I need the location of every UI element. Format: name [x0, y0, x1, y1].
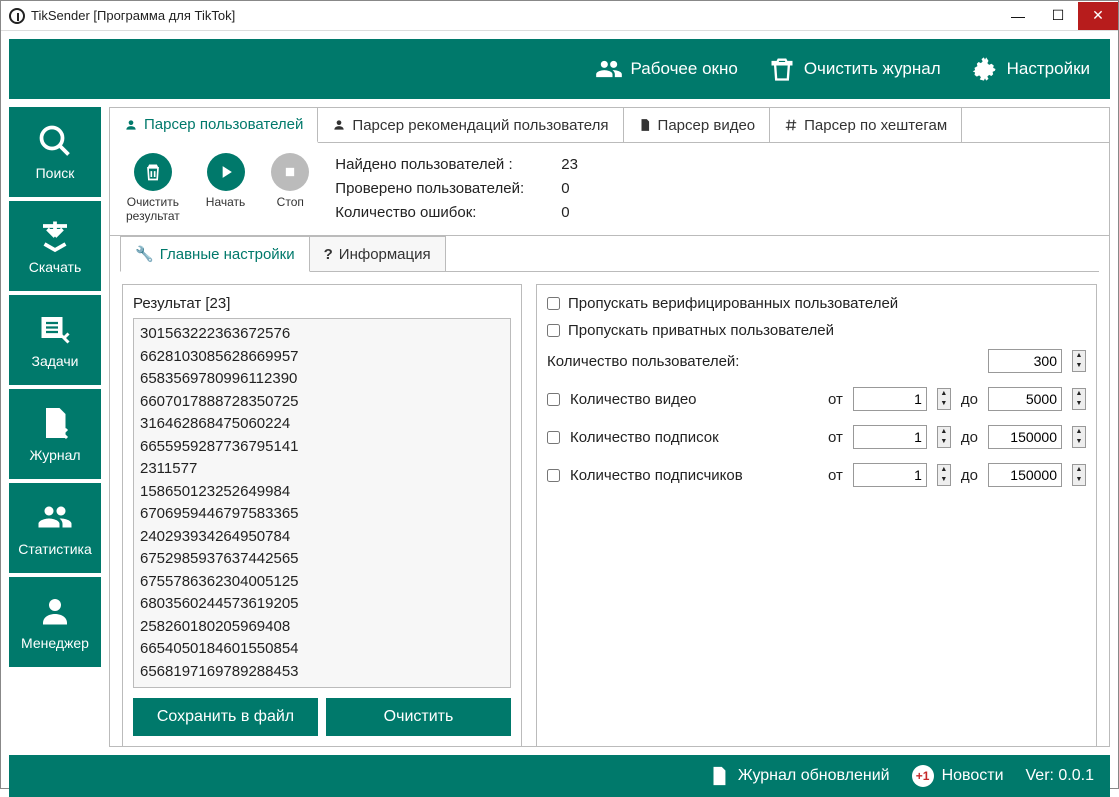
minimize-button[interactable]: —	[998, 2, 1038, 30]
file-icon	[638, 118, 652, 132]
workspace-button[interactable]: Рабочее окно	[595, 55, 738, 83]
skip-verified-check[interactable]: Пропускать верифицированных пользователе…	[547, 295, 1086, 312]
changelog-button[interactable]: Журнал обновлений	[708, 765, 890, 787]
result-item[interactable]: 240293934264950784	[140, 526, 504, 549]
stop-icon	[280, 162, 300, 182]
window-controls: — ☐ ✕	[998, 2, 1118, 30]
followers-to-input[interactable]	[988, 463, 1062, 487]
clear-result-button[interactable]: Очистить результат	[126, 153, 180, 223]
result-panel: Результат [23] 3015632223636725766628103…	[122, 284, 522, 747]
manager-icon	[37, 593, 73, 629]
question-icon: ?	[324, 246, 333, 263]
result-item[interactable]: 6654050184601550854	[140, 638, 504, 661]
hash-icon	[784, 118, 798, 132]
result-item[interactable]: 316462868475060224	[140, 413, 504, 436]
news-button[interactable]: +1 Новости	[912, 765, 1004, 787]
version-label: Ver: 0.0.1	[1026, 767, 1095, 785]
result-item[interactable]: 2311577	[140, 458, 504, 481]
people-icon	[595, 55, 623, 83]
sidebar-tasks[interactable]: Задачи	[9, 295, 101, 385]
tab-parser-users[interactable]: Парсер пользователей	[110, 108, 318, 143]
sidebar-download[interactable]: Скачать	[9, 201, 101, 291]
followers-from-input[interactable]	[853, 463, 927, 487]
result-item[interactable]: 6755786362304005125	[140, 571, 504, 594]
tasks-icon	[37, 311, 73, 347]
sidebar-journal[interactable]: Журнал	[9, 389, 101, 479]
settings-button[interactable]: Настройки	[971, 55, 1090, 83]
result-list[interactable]: 3015632223636725766628103085628669957658…	[133, 318, 511, 688]
result-item[interactable]: 301563222363672576	[140, 323, 504, 346]
trash-icon	[143, 162, 163, 182]
tab-parser-video[interactable]: Парсер видео	[624, 108, 771, 142]
result-label: Результат [23]	[133, 295, 511, 312]
subs-to-input[interactable]	[988, 425, 1062, 449]
sidebar: Поиск Скачать Задачи Журнал Статистика М…	[9, 107, 101, 747]
skip-private-check[interactable]: Пропускать приватных пользователей	[547, 322, 1086, 339]
sidebar-search[interactable]: Поиск	[9, 107, 101, 197]
result-item[interactable]: 6568197169789288453	[140, 661, 504, 684]
gear-icon	[971, 55, 999, 83]
video-to-input[interactable]	[988, 387, 1062, 411]
clear-log-button[interactable]: Очистить журнал	[768, 55, 941, 83]
top-toolbar: Рабочее окно Очистить журнал Настройки	[9, 39, 1110, 99]
subs-count-check[interactable]	[547, 431, 560, 444]
result-item[interactable]: 158650123252649984	[140, 481, 504, 504]
result-item[interactable]: 6583569780996112390	[140, 368, 504, 391]
video-count-check[interactable]	[547, 393, 560, 406]
start-button[interactable]: Начать	[206, 153, 246, 209]
person-icon	[124, 118, 138, 132]
trash-icon	[768, 55, 796, 83]
subs-from-input[interactable]	[853, 425, 927, 449]
clear-button[interactable]: Очистить	[326, 698, 511, 736]
action-row: Очистить результат Начать Стоп Найдено п…	[110, 143, 1109, 236]
result-item[interactable]: 6607017888728350725	[140, 391, 504, 414]
tab-parser-hashtags[interactable]: Парсер по хештегам	[770, 108, 962, 142]
subtab-info[interactable]: ? Информация	[309, 236, 446, 271]
result-item[interactable]: 6655959287736795141	[140, 436, 504, 459]
user-count-input[interactable]	[988, 349, 1062, 373]
video-from-input[interactable]	[853, 387, 927, 411]
play-icon	[216, 162, 236, 182]
tab-parser-recs[interactable]: Парсер рекомендаций пользователя	[318, 108, 623, 142]
result-item[interactable]: 258260180205969408	[140, 616, 504, 639]
stats-icon	[37, 499, 73, 535]
titlebar: TikSender [Программа для TikTok] — ☐ ✕	[1, 1, 1118, 31]
stop-button[interactable]: Стоп	[271, 153, 309, 209]
result-item[interactable]: 6706959446797583365	[140, 503, 504, 526]
search-icon	[37, 123, 73, 159]
download-icon	[37, 217, 73, 253]
spinner[interactable]: ▲▼	[1072, 350, 1086, 372]
result-item[interactable]: 6628103085628669957	[140, 346, 504, 369]
footer: Журнал обновлений +1 Новости Ver: 0.0.1	[9, 755, 1110, 797]
filters-panel: Пропускать верифицированных пользователе…	[536, 284, 1097, 747]
result-item[interactable]: 6752985937637442565	[140, 548, 504, 571]
journal-icon	[37, 405, 73, 441]
followers-count-check[interactable]	[547, 469, 560, 482]
parser-stats: Найдено пользователей :23 Проверено поль…	[335, 153, 578, 225]
news-badge: +1	[912, 765, 934, 787]
subtab-main-settings[interactable]: 🔧 Главные настройки	[120, 236, 310, 272]
sidebar-manager[interactable]: Менеджер	[9, 577, 101, 667]
window-title: TikSender [Программа для TikTok]	[31, 8, 235, 23]
close-button[interactable]: ✕	[1078, 2, 1118, 30]
wrench-icon: 🔧	[135, 245, 154, 263]
settings-pane: Результат [23] 3015632223636725766628103…	[110, 272, 1109, 759]
sidebar-stats[interactable]: Статистика	[9, 483, 101, 573]
maximize-button[interactable]: ☐	[1038, 2, 1078, 30]
main-tabs: Парсер пользователей Парсер рекомендаций…	[110, 108, 1109, 143]
content: Парсер пользователей Парсер рекомендаций…	[109, 107, 1110, 747]
result-item[interactable]: 6803560244573619205	[140, 593, 504, 616]
sub-tabs: 🔧 Главные настройки ? Информация	[120, 236, 1099, 272]
file-icon	[708, 765, 730, 787]
app-icon	[9, 8, 25, 24]
person-icon	[332, 118, 346, 132]
save-to-file-button[interactable]: Сохранить в файл	[133, 698, 318, 736]
